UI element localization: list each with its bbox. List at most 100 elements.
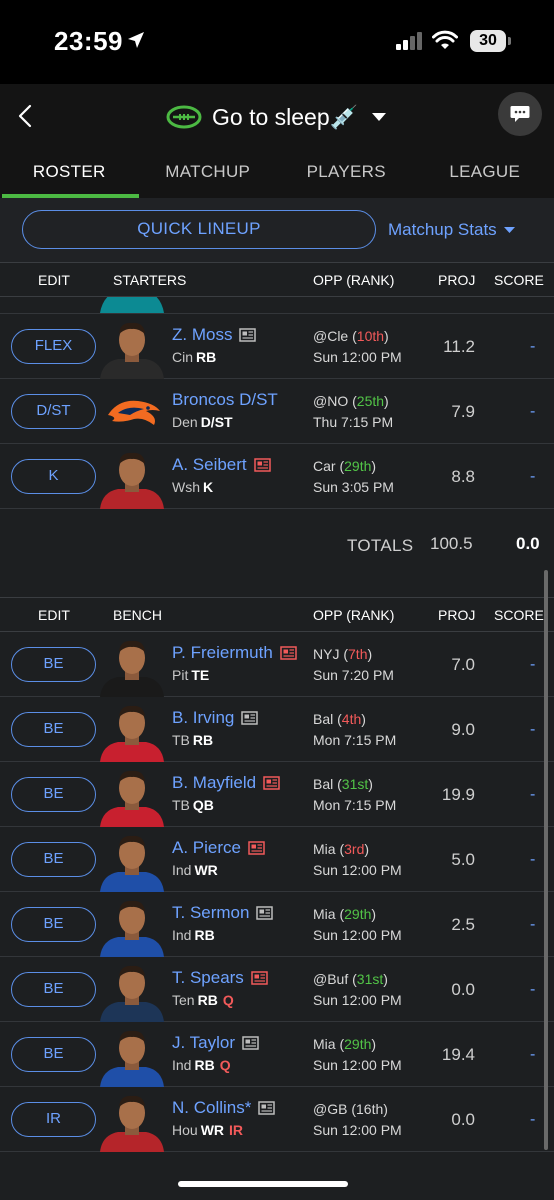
player-name-wrap: Z. Moss — [172, 325, 257, 345]
news-icon[interactable] — [241, 711, 259, 725]
player-name-link[interactable]: N. Collins* — [172, 1098, 251, 1118]
lineup-slot-button[interactable]: K — [11, 459, 96, 494]
lineup-slot-button[interactable]: FLEX — [11, 329, 96, 364]
header-proj[interactable]: PROJ — [438, 607, 475, 623]
app-header: Go to sleep💉 ROSTER MATCHUP PLAYERS LEAG… — [0, 84, 554, 198]
news-icon[interactable] — [253, 458, 271, 472]
opponent-team: NYJ — [313, 646, 340, 662]
team-selector[interactable]: Go to sleep💉 — [166, 100, 387, 134]
matchup-stats-label: Matchup Stats — [388, 220, 497, 239]
scrollbar[interactable] — [544, 570, 548, 1150]
lineup-slot-button[interactable]: BE — [11, 777, 96, 812]
lineup-slot-button[interactable]: IR — [11, 1102, 96, 1137]
injury-status: Q — [222, 992, 234, 1008]
lineup-slot-button[interactable]: BE — [11, 907, 96, 942]
opponent-team: Mia — [313, 841, 336, 857]
matchup-stats-dropdown[interactable]: Matchup Stats — [388, 220, 515, 240]
lineup-slot-button[interactable]: BE — [11, 712, 96, 747]
news-icon[interactable] — [258, 1101, 276, 1115]
actual-score: - — [530, 338, 536, 355]
tab-matchup[interactable]: MATCHUP — [139, 154, 278, 198]
lineup-slot-button[interactable]: BE — [11, 647, 96, 682]
quick-lineup-button[interactable]: QUICK LINEUP — [22, 210, 376, 249]
opponent: @NO (25th) — [313, 393, 389, 409]
header-score[interactable]: SCORE — [494, 272, 544, 288]
player-name-wrap: J. Taylor — [172, 1033, 259, 1053]
home-indicator[interactable] — [178, 1181, 348, 1187]
player-name-wrap: B. Mayfield — [172, 773, 280, 793]
opponent-rank: 31st — [356, 971, 384, 987]
actual-score: - — [530, 468, 536, 485]
game-time: Mon 7:15 PM — [313, 732, 397, 748]
player-name-wrap: T. Sermon — [172, 903, 274, 923]
table-row: D/ST Broncos D/ST Den D/ST @NO (25th) Thu 7:1… — [0, 379, 554, 444]
actual-score: - — [530, 721, 536, 738]
player-team: Ind — [172, 927, 192, 943]
player-name-link[interactable]: T. Spears — [172, 968, 244, 988]
injury-status: Q — [219, 1057, 231, 1073]
player-team: Ind — [172, 1057, 192, 1073]
table-row: BE A. Pierce Ind WR Mia (3rd) Sun 12:00 PM 5.0… — [0, 827, 554, 892]
header-proj[interactable]: PROJ — [438, 272, 475, 288]
opponent-rank: 25th — [356, 393, 385, 409]
tab-league[interactable]: LEAGUE — [416, 154, 554, 198]
actual-score: - — [530, 916, 536, 933]
opponent-rank: 31st — [341, 776, 369, 792]
opponent-team: Mia — [313, 906, 336, 922]
player-name-link[interactable]: J. Taylor — [172, 1033, 235, 1053]
news-icon[interactable] — [239, 328, 257, 342]
player-team-position: Pit TE — [172, 667, 209, 683]
player-team-position: Cin RB — [172, 349, 216, 365]
chevron-down-icon — [372, 112, 387, 121]
header-opp-rank[interactable]: OPP (RANK) — [313, 607, 394, 623]
tab-roster[interactable]: ROSTER — [0, 154, 139, 198]
header-starters: STARTERS — [113, 272, 187, 288]
player-headshot — [98, 701, 166, 762]
opponent-rank: 10th — [356, 328, 385, 344]
player-name-link[interactable]: A. Seibert — [172, 455, 247, 475]
player-position: RB — [194, 927, 215, 943]
table-row: BE P. Freiermuth Pit TE NYJ (7th) Sun 7:20 PM… — [0, 632, 554, 697]
lineup-slot-button[interactable]: BE — [11, 972, 96, 1007]
projected-points: 7.9 — [451, 402, 475, 421]
player-team-position: Ten RB Q — [172, 992, 234, 1008]
team-name: Go to sleep💉 — [212, 103, 359, 130]
projected-points: 11.2 — [443, 337, 475, 356]
player-position: D/ST — [200, 414, 233, 430]
player-name-link[interactable]: B. Irving — [172, 708, 234, 728]
game-time: Sun 12:00 PM — [313, 349, 402, 365]
player-position: WR — [200, 1122, 225, 1138]
player-name-link[interactable]: A. Pierce — [172, 838, 241, 858]
opponent-team: Car — [313, 458, 336, 474]
news-icon[interactable] — [242, 1036, 259, 1050]
player-team-position: Hou WR IR — [172, 1122, 243, 1138]
status-time: 23:59 — [54, 26, 123, 56]
table-row: BE B. Mayfield TB QB Bal (31st) Mon 7:15 PM 19… — [0, 762, 554, 827]
player-name-link[interactable]: T. Sermon — [172, 903, 249, 923]
opponent: Mia (29th) — [313, 906, 377, 922]
news-icon[interactable] — [263, 776, 280, 790]
back-chevron-icon[interactable] — [14, 102, 38, 130]
header-score[interactable]: SCORE — [494, 607, 544, 623]
lineup-slot-button[interactable]: BE — [11, 842, 96, 877]
news-icon[interactable] — [251, 971, 268, 985]
news-icon[interactable] — [280, 646, 297, 660]
opponent-team: @Cle — [313, 328, 349, 344]
player-name-link[interactable]: B. Mayfield — [172, 773, 256, 793]
projected-points: 9.0 — [451, 720, 475, 739]
news-icon[interactable] — [248, 841, 265, 855]
player-team: Ten — [172, 992, 195, 1008]
chat-button[interactable] — [498, 92, 542, 136]
table-row: BE T. Spears Ten RB Q @Buf (31st) Sun 12:00 PM… — [0, 957, 554, 1022]
lineup-slot-button[interactable]: BE — [11, 1037, 96, 1072]
lineup-slot-button[interactable]: D/ST — [11, 394, 96, 429]
header-opp-rank[interactable]: OPP (RANK) — [313, 272, 394, 288]
projected-points: 19.9 — [441, 785, 475, 804]
player-name-link[interactable]: Broncos D/ST — [172, 390, 278, 410]
news-icon[interactable] — [256, 906, 274, 920]
player-position: RB — [197, 992, 218, 1008]
tab-players[interactable]: PLAYERS — [277, 154, 416, 198]
player-name-link[interactable]: P. Freiermuth — [172, 643, 273, 663]
battery-icon: 30 — [470, 30, 506, 52]
player-name-link[interactable]: Z. Moss — [172, 325, 232, 345]
